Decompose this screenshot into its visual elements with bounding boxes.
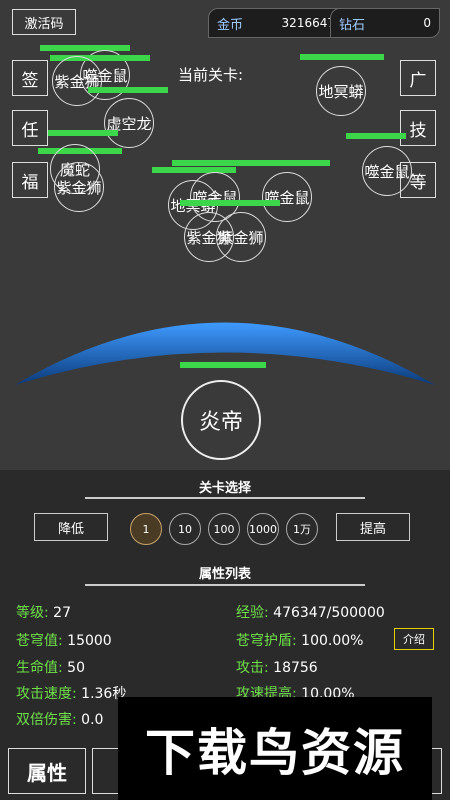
watermark-logo: 下载鸟资源 (118, 697, 432, 800)
menu-welfare-button[interactable]: 福 (12, 162, 48, 198)
stat-shield-value: 100.00% (301, 633, 364, 649)
lower-level-button[interactable]: 降低 (34, 513, 108, 541)
stat-hp: 生命值: 50 (16, 657, 85, 677)
stat-attack-label: 攻击: (236, 660, 269, 676)
stat-double-damage: 双倍伤害: 0.0 (16, 709, 103, 729)
monster-hp-bar (48, 130, 118, 136)
monster-void-dragon[interactable]: 虚空龙 (104, 98, 154, 148)
monster-devour-rat[interactable]: 噬金鼠 (362, 146, 412, 196)
gold-counter: 金币 3216647 (208, 8, 344, 38)
diamond-label: 钻石 (339, 17, 366, 33)
stat-double-damage-label: 双倍伤害: (16, 712, 77, 728)
monster-hp-bar (300, 54, 384, 60)
attributes-title: 属性列表 (198, 567, 251, 582)
multiplier-1-button[interactable]: 1 (130, 513, 162, 545)
level-select-title: 关卡选择 (198, 481, 251, 496)
monster-hp-bar (152, 167, 236, 173)
monster-hp-bar (88, 87, 168, 93)
battle-area: 激活码 金币 3216647 钻石 0 签 任 福 广 技 等 当前关卡: 噬金… (0, 0, 450, 470)
menu-skill-button[interactable]: 技 (400, 110, 436, 146)
stat-shield-label: 苍穹护盾: (236, 633, 297, 649)
level-select-divider (85, 497, 365, 499)
menu-task-button[interactable]: 任 (12, 110, 48, 146)
stat-hp-value: 50 (67, 660, 85, 676)
attributes-divider (85, 584, 365, 586)
multiplier-1000-button[interactable]: 1000 (247, 513, 279, 545)
gold-value: 3216647 (281, 16, 335, 30)
stat-attack: 攻击: 18756 (236, 657, 318, 677)
stat-level: 等级: 27 (16, 602, 71, 622)
stat-exp: 经验: 476347/500000 (236, 602, 385, 622)
stat-cangqiong-label: 苍穹值: (16, 633, 63, 649)
tab-attributes[interactable]: 属性 (8, 748, 86, 794)
raise-level-button[interactable]: 提高 (336, 513, 410, 541)
stat-exp-value: 476347/500000 (273, 605, 385, 621)
hero-hp-bar (180, 362, 266, 368)
stat-level-label: 等级: (16, 605, 49, 621)
activate-code-button[interactable]: 激活码 (12, 9, 76, 35)
monster-hp-bar (40, 45, 130, 51)
multiplier-100-button[interactable]: 100 (208, 513, 240, 545)
stat-level-value: 27 (53, 605, 71, 621)
stat-shield: 苍穹护盾: 100.00% (236, 630, 363, 650)
menu-sign-in-button[interactable]: 签 (12, 60, 48, 96)
monster-purple-lion[interactable]: 紫金狮 (52, 56, 102, 106)
monster-devour-rat[interactable]: 噬金鼠 (262, 172, 312, 222)
stat-exp-label: 经验: (236, 605, 269, 621)
monster-hp-bar (346, 133, 406, 139)
monster-hp-bar (246, 160, 330, 166)
stat-attack-speed: 攻击速度: 1.36秒 (16, 683, 126, 703)
diamond-value: 0 (423, 16, 431, 30)
monster-purple-lion[interactable]: 紫金狮 (54, 162, 104, 212)
stat-cangqiong: 苍穹值: 15000 (16, 630, 112, 650)
intro-button[interactable]: 介绍 (394, 628, 434, 650)
stat-hp-label: 生命值: (16, 660, 63, 676)
stat-attack-value: 18756 (273, 660, 318, 676)
stat-double-damage-value: 0.0 (81, 712, 104, 728)
stat-attack-speed-label: 攻击速度: (16, 686, 77, 702)
menu-ad-button[interactable]: 广 (400, 60, 436, 96)
monster-hp-bar (172, 160, 252, 166)
monster-earth-python[interactable]: 地冥蟒 (316, 66, 366, 116)
gold-label: 金币 (217, 17, 244, 33)
stat-cangqiong-value: 15000 (67, 633, 112, 649)
monster-purple-lion[interactable]: 紫金狮 (216, 212, 266, 262)
diamond-counter: 钻石 0 (330, 8, 440, 38)
multiplier-10-button[interactable]: 10 (169, 513, 201, 545)
monster-hp-bar (180, 200, 280, 206)
hero-avatar[interactable]: 炎帝 (181, 380, 261, 460)
multiplier-10k-button[interactable]: 1万 (286, 513, 318, 545)
stage-title: 当前关卡: (178, 66, 244, 84)
